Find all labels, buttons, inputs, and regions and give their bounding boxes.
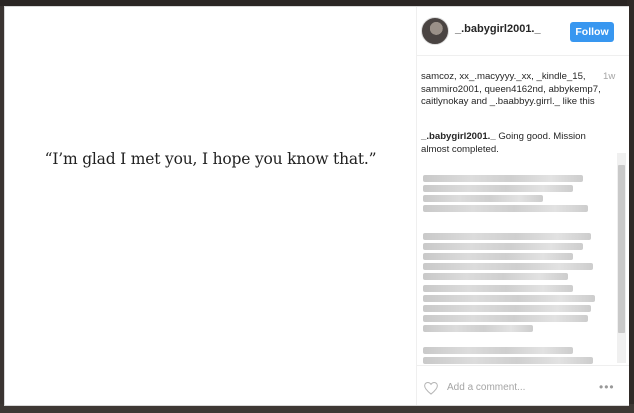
caption-username[interactable]: _.babygirl2001._ (421, 131, 496, 142)
post-actions: ••• (417, 365, 629, 406)
photo-quote-text: “I’m glad I met you, I hope you know tha… (44, 150, 377, 168)
caption: _.babygirl2001._ Going good. Mission alm… (421, 131, 606, 156)
follow-button[interactable]: Follow (570, 22, 614, 42)
blurred-comment (423, 285, 611, 335)
likes-summary: samcoz, xx_.macyyyy._xx, _kindle_15, sam… (421, 71, 601, 109)
blurred-comment (423, 347, 611, 365)
add-comment-input[interactable] (447, 382, 587, 393)
username-link[interactable]: _.babygirl2001._ (455, 23, 541, 35)
avatar[interactable] (421, 17, 449, 45)
post-details-panel: _.babygirl2001._ Follow samcoz, xx_.macy… (416, 7, 629, 405)
comments-scrollbar-thumb[interactable] (618, 165, 625, 333)
post-photo[interactable]: “I’m glad I met you, I hope you know tha… (5, 7, 416, 405)
blurred-comment (423, 233, 611, 283)
heart-icon[interactable] (423, 381, 439, 395)
more-options-icon[interactable]: ••• (599, 380, 615, 394)
post-modal: “I’m glad I met you, I hope you know tha… (4, 6, 629, 406)
comments-list[interactable]: _.babygirl2001._ Going good. Mission alm… (417, 125, 629, 365)
post-timestamp[interactable]: 1w (603, 71, 615, 82)
post-header: _.babygirl2001._ Follow (417, 7, 629, 56)
blurred-comment (423, 175, 611, 215)
likes-text[interactable]: samcoz, xx_.macyyyy._xx, _kindle_15, sam… (421, 71, 601, 107)
